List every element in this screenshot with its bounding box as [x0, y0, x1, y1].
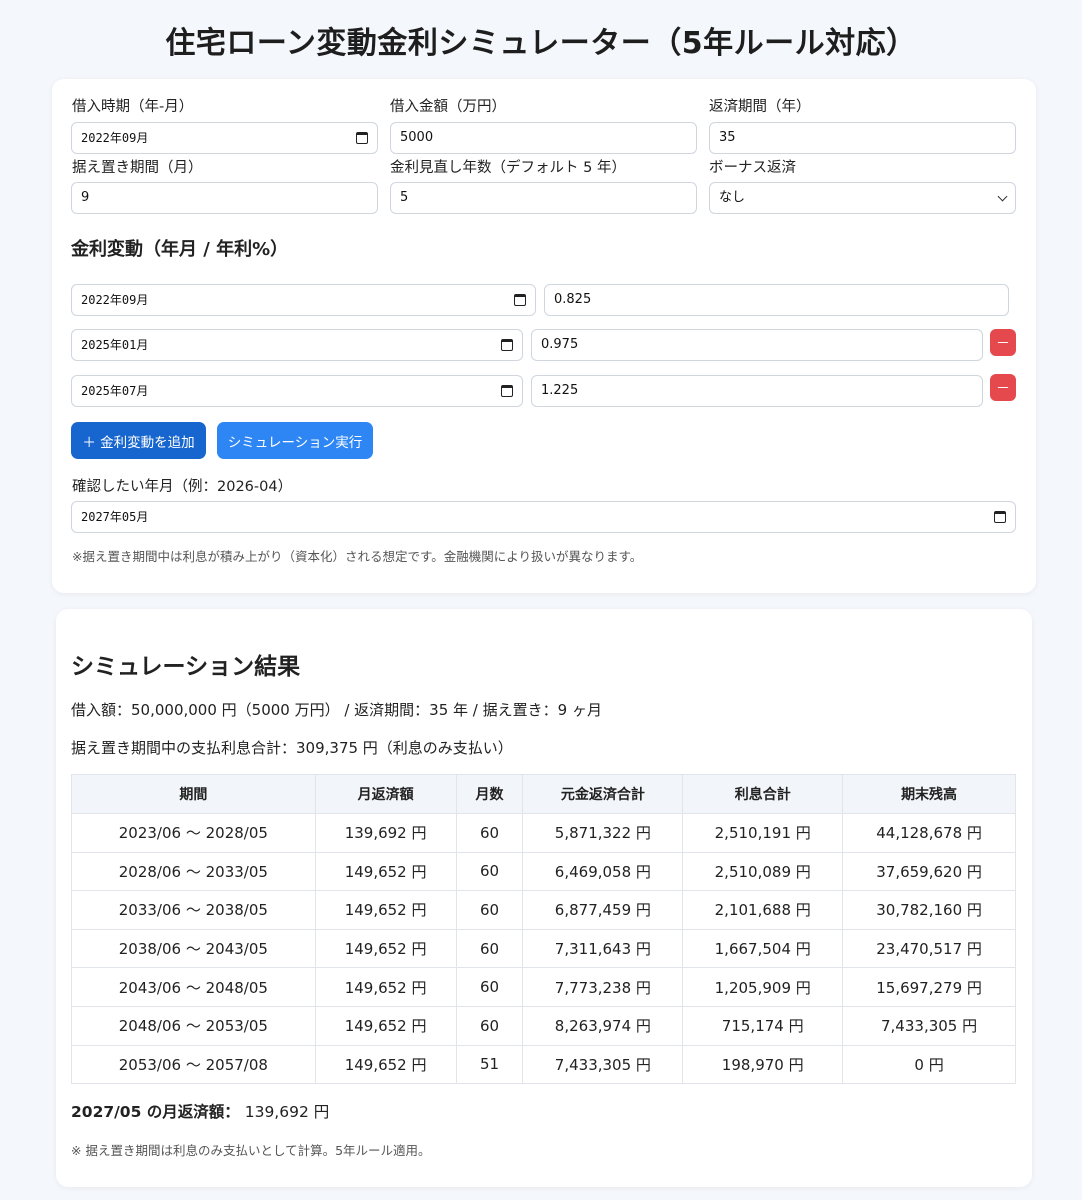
- cell-interest-total: 198,970 円: [682, 1044, 844, 1085]
- table-row: 2038/06 〜 2043/05 149,652 円 60 7,311,643…: [71, 928, 1016, 969]
- cell-ending-balance: 7,433,305 円: [842, 1005, 1016, 1046]
- cell-principal-total: 8,263,974 円: [522, 1005, 684, 1046]
- cell-monthly-payment: 149,652 円: [314, 1005, 457, 1046]
- calendar-icon[interactable]: [501, 339, 513, 351]
- header-monthly-payment: 月返済額: [314, 774, 457, 814]
- cell-ending-balance: 0 円: [842, 1044, 1016, 1085]
- cell-ending-balance: 44,128,678 円: [842, 813, 1016, 853]
- grace-note: ※据え置き期間中は利息が積み上がり（資本化）される想定です。金融機関により扱いが…: [72, 549, 643, 564]
- rate-date-input-2[interactable]: 2025年01月: [71, 329, 523, 361]
- calendar-icon[interactable]: [356, 132, 368, 144]
- result-title: シミュレーション結果: [71, 654, 301, 680]
- cell-monthly-payment: 149,652 円: [314, 967, 457, 1007]
- cell-months: 60: [455, 928, 524, 969]
- review-label: 金利見直し年数（デフォルト 5 年）: [390, 160, 626, 176]
- page-title: 住宅ローン変動金利シミュレーター（5年ルール対応）: [165, 26, 917, 61]
- monthly-payment-result: 2027/05 の月返済額： 139,692 円: [71, 1100, 329, 1122]
- grace-label: 据え置き期間（月）: [72, 160, 203, 176]
- bonus-select[interactable]: なし: [709, 182, 1016, 214]
- cell-principal-total: 7,311,643 円: [522, 928, 684, 969]
- amount-label: 借入金額（万円）: [390, 99, 506, 115]
- cell-months: 51: [455, 1044, 524, 1085]
- table-row: 2023/06 〜 2028/05 139,692 円 60 5,871,322…: [71, 813, 1016, 853]
- header-period: 期間: [71, 774, 316, 814]
- cell-months: 60: [455, 1005, 524, 1046]
- table-row: 2033/06 〜 2038/05 149,652 円 60 6,877,459…: [71, 890, 1016, 930]
- input-form-card: 借入時期（年-月） 2022年09月 借入金額（万円） 5000 返済期間（年）…: [52, 79, 1036, 593]
- rate-value-input-1[interactable]: 0.825: [544, 284, 1009, 316]
- cell-period: 2048/06 〜 2053/05: [71, 1005, 316, 1046]
- cell-principal-total: 7,773,238 円: [522, 967, 684, 1007]
- cell-ending-balance: 15,697,279 円: [842, 967, 1016, 1007]
- remove-rate-button-2[interactable]: －: [990, 329, 1016, 356]
- grace-input[interactable]: 9: [71, 182, 378, 214]
- grace-interest-summary: 据え置き期間中の支払利息合計：309,375 円（利息のみ支払い）: [71, 739, 513, 757]
- cell-ending-balance: 37,659,620 円: [842, 851, 1016, 892]
- table-header-row: 期間 月返済額 月数 元金返済合計 利息合計 期末残高: [71, 774, 1016, 814]
- rate-value-input-3[interactable]: 1.225: [531, 375, 983, 407]
- add-rate-button[interactable]: ＋ 金利変動を追加: [71, 422, 206, 459]
- rates-heading: 金利変動（年月 / 年利%）: [71, 239, 289, 260]
- cell-monthly-payment: 149,652 円: [314, 890, 457, 930]
- term-input[interactable]: 35: [709, 122, 1016, 154]
- cell-interest-total: 2,510,191 円: [682, 813, 844, 853]
- review-years-input[interactable]: 5: [390, 182, 697, 214]
- cell-period: 2028/06 〜 2033/05: [71, 851, 316, 892]
- borrow-date-label: 借入時期（年-月）: [72, 99, 194, 115]
- cell-principal-total: 6,877,459 円: [522, 890, 684, 930]
- rate-date-input-1[interactable]: 2022年09月: [71, 284, 536, 316]
- cell-interest-total: 2,510,089 円: [682, 851, 844, 892]
- amount-input[interactable]: 5000: [390, 122, 697, 154]
- cell-ending-balance: 23,470,517 円: [842, 928, 1016, 969]
- run-simulation-button[interactable]: シミュレーション実行: [217, 422, 373, 459]
- cell-period: 2023/06 〜 2028/05: [71, 813, 316, 853]
- cell-monthly-payment: 149,652 円: [314, 928, 457, 969]
- check-month-input[interactable]: 2027年05月: [71, 501, 1016, 533]
- borrow-date-input[interactable]: 2022年09月: [71, 122, 378, 154]
- cell-months: 60: [455, 967, 524, 1007]
- monthly-payment-label: 2027/05 の月返済額：: [71, 1103, 240, 1121]
- calendar-icon[interactable]: [994, 511, 1006, 523]
- calendar-icon[interactable]: [514, 294, 526, 306]
- result-summary: 借入額：50,000,000 円（5000 万円） / 返済期間：35 年 / …: [71, 701, 602, 719]
- cell-interest-total: 1,667,504 円: [682, 928, 844, 969]
- table-row: 2053/06 〜 2057/08 149,652 円 51 7,433,305…: [71, 1044, 1016, 1085]
- cell-principal-total: 6,469,058 円: [522, 851, 684, 892]
- table-row: 2043/06 〜 2048/05 149,652 円 60 7,773,238…: [71, 967, 1016, 1007]
- check-month-label: 確認したい年月（例：2026-04）: [72, 479, 293, 495]
- result-footnote: ※ 据え置き期間は利息のみ支払いとして計算。5年ルール適用。: [71, 1143, 431, 1158]
- header-ending-balance: 期末残高: [842, 774, 1016, 814]
- cell-monthly-payment: 149,652 円: [314, 1044, 457, 1085]
- cell-period: 2038/06 〜 2043/05: [71, 928, 316, 969]
- header-interest-total: 利息合計: [682, 774, 844, 814]
- cell-principal-total: 7,433,305 円: [522, 1044, 684, 1085]
- table-row: 2048/06 〜 2053/05 149,652 円 60 8,263,974…: [71, 1005, 1016, 1046]
- bonus-label: ボーナス返済: [709, 160, 796, 176]
- calendar-icon[interactable]: [501, 385, 513, 397]
- cell-interest-total: 2,101,688 円: [682, 890, 844, 930]
- cell-period: 2043/06 〜 2048/05: [71, 967, 316, 1007]
- chevron-down-icon: [997, 191, 1008, 201]
- cell-monthly-payment: 139,692 円: [314, 813, 457, 853]
- term-label: 返済期間（年）: [709, 99, 811, 115]
- cell-months: 60: [455, 813, 524, 853]
- cell-interest-total: 715,174 円: [682, 1005, 844, 1046]
- rate-value-input-2[interactable]: 0.975: [531, 329, 983, 361]
- cell-ending-balance: 30,782,160 円: [842, 890, 1016, 930]
- header-months: 月数: [455, 774, 524, 814]
- cell-interest-total: 1,205,909 円: [682, 967, 844, 1007]
- result-card: シミュレーション結果 借入額：50,000,000 円（5000 万円） / 返…: [56, 609, 1032, 1187]
- cell-months: 60: [455, 890, 524, 930]
- cell-principal-total: 5,871,322 円: [522, 813, 684, 853]
- cell-monthly-payment: 149,652 円: [314, 851, 457, 892]
- remove-rate-button-3[interactable]: －: [990, 374, 1016, 401]
- result-table: 期間 月返済額 月数 元金返済合計 利息合計 期末残高 2023/06 〜 20…: [71, 774, 1016, 1085]
- cell-months: 60: [455, 851, 524, 892]
- monthly-payment-value: 139,692 円: [244, 1103, 330, 1121]
- cell-period: 2033/06 〜 2038/05: [71, 890, 316, 930]
- table-row: 2028/06 〜 2033/05 149,652 円 60 6,469,058…: [71, 851, 1016, 892]
- header-principal-total: 元金返済合計: [522, 774, 684, 814]
- cell-period: 2053/06 〜 2057/08: [71, 1044, 316, 1085]
- rate-date-input-3[interactable]: 2025年07月: [71, 375, 523, 407]
